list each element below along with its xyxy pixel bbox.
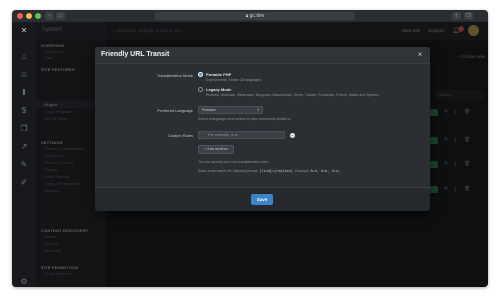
lock-icon: 🔒︎ <box>245 13 249 19</box>
transliteration-mode-label: Transliteration Mode <box>156 73 193 78</box>
tabs-icon[interactable]: ❐ <box>464 12 473 20</box>
address-text: gc.dev <box>249 13 265 19</box>
logo-icon[interactable]: ✕ <box>19 26 29 36</box>
home-icon[interactable]: ⌂ <box>19 52 29 62</box>
maximize-window-dot[interactable] <box>35 13 41 19</box>
format-suffix: . Example: <box>293 169 310 173</box>
modal-title: Friendly URL Transit <box>101 51 170 58</box>
users-icon[interactable]: ☺ <box>19 70 29 80</box>
format-example: ä=a, ö=o, ü=u; <box>310 169 341 173</box>
settings-icon[interactable]: ⚙ <box>19 277 29 287</box>
chart-icon[interactable]: ↗ <box>19 142 29 152</box>
language-help-text: Select a language most suited on your co… <box>198 117 291 121</box>
back-icon[interactable]: ‹ <box>45 12 54 20</box>
sidebar-toggle-icon[interactable]: ▭ <box>56 12 65 20</box>
share-icon[interactable]: ⇧ <box>452 12 461 20</box>
custom-rules-label: Custom Rules <box>167 133 193 138</box>
add-another-button[interactable]: + Add another <box>198 145 234 154</box>
custom-rule-input[interactable]: ⋮ For example, a-to <box>198 131 285 139</box>
option-description: Experimental. Shown 18 languages <box>206 78 262 82</box>
chevron-down-icon: ▾ <box>257 108 259 112</box>
preferred-language-label: Preferred Language <box>157 108 193 113</box>
address-bar[interactable]: 🔒︎ gc.dev <box>155 12 355 20</box>
option-title[interactable]: Portable PHP <box>206 72 231 77</box>
close-icon[interactable]: × <box>415 50 425 60</box>
rules-help-text: You can specify your own transliteration… <box>198 160 270 164</box>
friendly-url-modal: Friendly URL Transit × Transliteration M… <box>95 47 430 211</box>
minimize-window-dot[interactable] <box>26 13 32 19</box>
icon-rail: ✕ ⌂ ☺ ⬇ $ ❐ ↗ ✎ ✐ ⚙ <box>12 22 36 287</box>
remove-rule-icon[interactable]: − <box>290 133 295 138</box>
rule-placeholder: For example, a-to <box>208 133 238 137</box>
browser-window: ‹ ▭ 🔒︎ gc.dev ⇧ ❐ ✕ ⌂ ☺ ⬇ $ ❐ ↗ ✎ ✐ ⚙ Sy… <box>12 10 488 287</box>
close-window-dot[interactable] <box>17 13 23 19</box>
radio-portable-php[interactable] <box>198 72 203 77</box>
modal-header: Friendly URL Transit × <box>95 47 430 64</box>
format-prefix: Rules must match the following format: <box>198 169 259 173</box>
modal-footer: Save <box>95 187 430 211</box>
preferred-language-select[interactable]: Russian ▾ <box>198 106 263 114</box>
brush-icon[interactable]: ✐ <box>19 178 29 188</box>
dollar-icon[interactable]: $ <box>19 106 29 116</box>
save-button[interactable]: Save <box>251 194 273 205</box>
drag-handle-icon[interactable]: ⋮ <box>201 132 205 138</box>
radio-legacy-mode[interactable] <box>198 87 203 92</box>
tools-icon[interactable]: ✎ <box>19 160 29 170</box>
option-title[interactable]: Legacy Mode <box>206 87 231 92</box>
download-icon[interactable]: ⬇ <box>19 88 29 98</box>
format-code: {find}={replace} <box>259 169 294 173</box>
option-description: Russian, Ukrainian, Belarusian, Bulgaria… <box>206 93 380 97</box>
selected-language: Russian <box>202 108 216 112</box>
browser-chrome: ‹ ▭ 🔒︎ gc.dev ⇧ ❐ <box>12 10 488 22</box>
rules-format-text: Rules must match the following format: {… <box>198 169 340 173</box>
copy-icon[interactable]: ❐ <box>19 124 29 134</box>
